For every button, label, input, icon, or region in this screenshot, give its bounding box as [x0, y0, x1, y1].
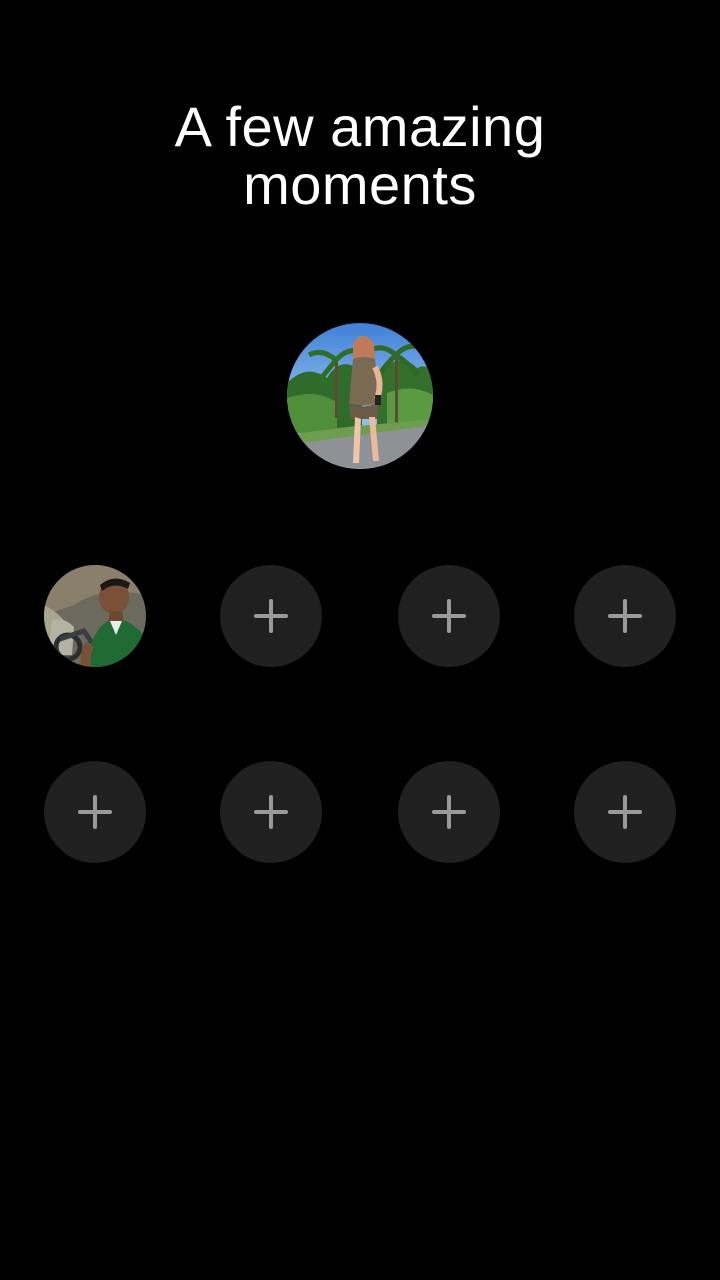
moments-grid — [0, 0, 720, 1280]
plus-icon — [254, 599, 288, 633]
moment-slot-6[interactable] — [220, 761, 322, 863]
plus-icon — [432, 795, 466, 829]
plus-icon — [608, 795, 642, 829]
plus-icon — [78, 795, 112, 829]
moment-slot-3[interactable] — [398, 565, 500, 667]
moment-slot-7[interactable] — [398, 761, 500, 863]
moment-slot-2[interactable] — [220, 565, 322, 667]
moment-slot-5[interactable] — [44, 761, 146, 863]
photo-avatar-man — [44, 565, 146, 667]
plus-icon — [432, 599, 466, 633]
plus-icon — [608, 599, 642, 633]
moment-slot-8[interactable] — [574, 761, 676, 863]
moment-slot-1[interactable] — [44, 565, 146, 667]
plus-icon — [254, 795, 288, 829]
moment-slot-4[interactable] — [574, 565, 676, 667]
